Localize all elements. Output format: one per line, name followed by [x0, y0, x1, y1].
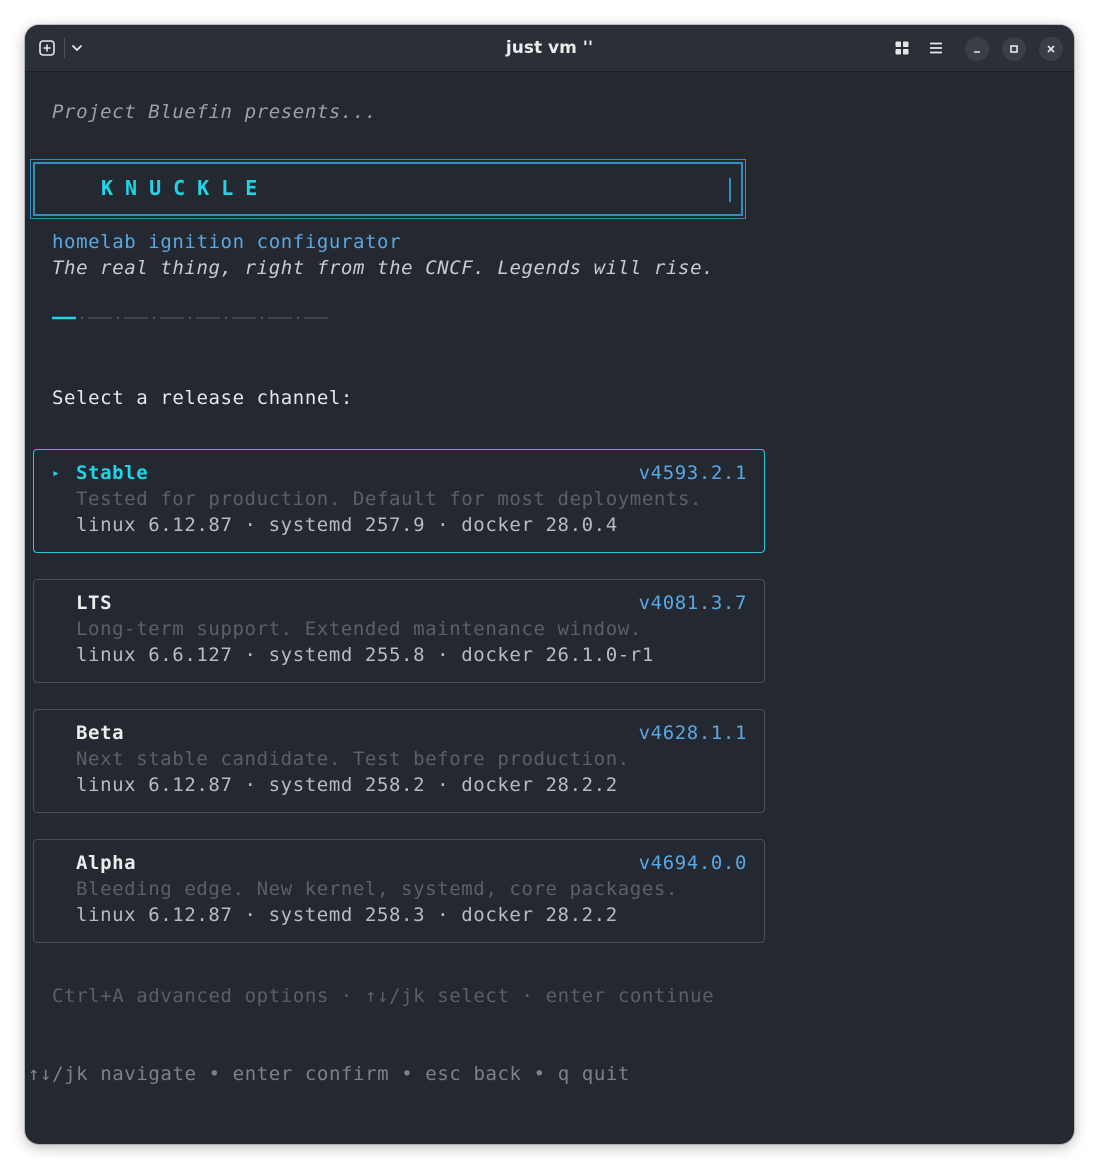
minimize-button[interactable] [965, 37, 989, 61]
terminal-window: just vm '' Project Bluefin presents... K… [25, 25, 1074, 1144]
close-button[interactable] [1039, 37, 1063, 61]
channel-version: v4593.2.1 [638, 462, 747, 484]
title-bar: just vm '' [25, 25, 1074, 72]
channel-version: v4081.3.7 [638, 592, 747, 614]
grid-icon[interactable] [892, 38, 912, 58]
channel-option-alpha[interactable]: Alpha v4694.0.0 Bleeding edge. New kerne… [33, 839, 765, 943]
minimize-icon [974, 51, 980, 53]
channel-specs: linux 6.12.87 · systemd 258.2 · docker 2… [76, 774, 618, 796]
channel-option-stable[interactable]: ▸ Stable v4593.2.1 Tested for production… [33, 449, 765, 553]
channel-description: Long-term support. Extended maintenance … [76, 618, 642, 640]
maximize-icon [1010, 45, 1018, 53]
progress-separator [152, 316, 156, 320]
keyboard-hint: Ctrl+A advanced options · ↑↓/jk select ·… [52, 985, 715, 1007]
step-progress [52, 316, 328, 320]
footer-keybindings: ↑↓/jk navigate • enter confirm • esc bac… [28, 1063, 630, 1085]
channel-option-beta[interactable]: Beta v4628.1.1 Next stable candidate. Te… [33, 709, 765, 813]
channel-name: Beta [76, 722, 125, 744]
channel-prompt: Select a release channel: [52, 387, 353, 409]
terminal-content: Project Bluefin presents... KNUCKLE home… [25, 72, 1074, 1144]
logo-cursor-bar [729, 178, 731, 202]
subtitle: homelab ignition configurator [52, 231, 402, 253]
logo-title: KNUCKLE [101, 176, 270, 200]
progress-separator [296, 316, 300, 320]
channel-description: Tested for production. Default for most … [76, 488, 703, 510]
channel-version: v4628.1.1 [638, 722, 747, 744]
progress-separator [80, 316, 84, 320]
close-icon [1047, 45, 1055, 53]
channel-option-lts[interactable]: LTS v4081.3.7 Long-term support. Extende… [33, 579, 765, 683]
hamburger-menu-icon[interactable] [926, 38, 946, 58]
tagline: The real thing, right from the CNCF. Leg… [52, 257, 715, 279]
window-title: just vm '' [505, 38, 594, 58]
channel-description: Next stable candidate. Test before produ… [76, 748, 630, 770]
triangle-right-icon: ▸ [52, 466, 60, 481]
logo-box: KNUCKLE [33, 162, 743, 216]
progress-separator [260, 316, 264, 320]
channel-name: Alpha [76, 852, 137, 874]
maximize-button[interactable] [1002, 37, 1026, 61]
progress-separator [116, 316, 120, 320]
channel-specs: linux 6.12.87 · systemd 257.9 · docker 2… [76, 514, 618, 536]
channel-description: Bleeding edge. New kernel, systemd, core… [76, 878, 678, 900]
channel-name: Stable [76, 462, 149, 484]
channel-specs: linux 6.6.127 · systemd 255.8 · docker 2… [76, 644, 654, 666]
presents-text: Project Bluefin presents... [52, 101, 378, 123]
channel-version: v4694.0.0 [638, 852, 747, 874]
progress-separator [188, 316, 192, 320]
progress-separator [224, 316, 228, 320]
channel-name: LTS [76, 592, 113, 614]
channel-specs: linux 6.12.87 · systemd 258.3 · docker 2… [76, 904, 618, 926]
